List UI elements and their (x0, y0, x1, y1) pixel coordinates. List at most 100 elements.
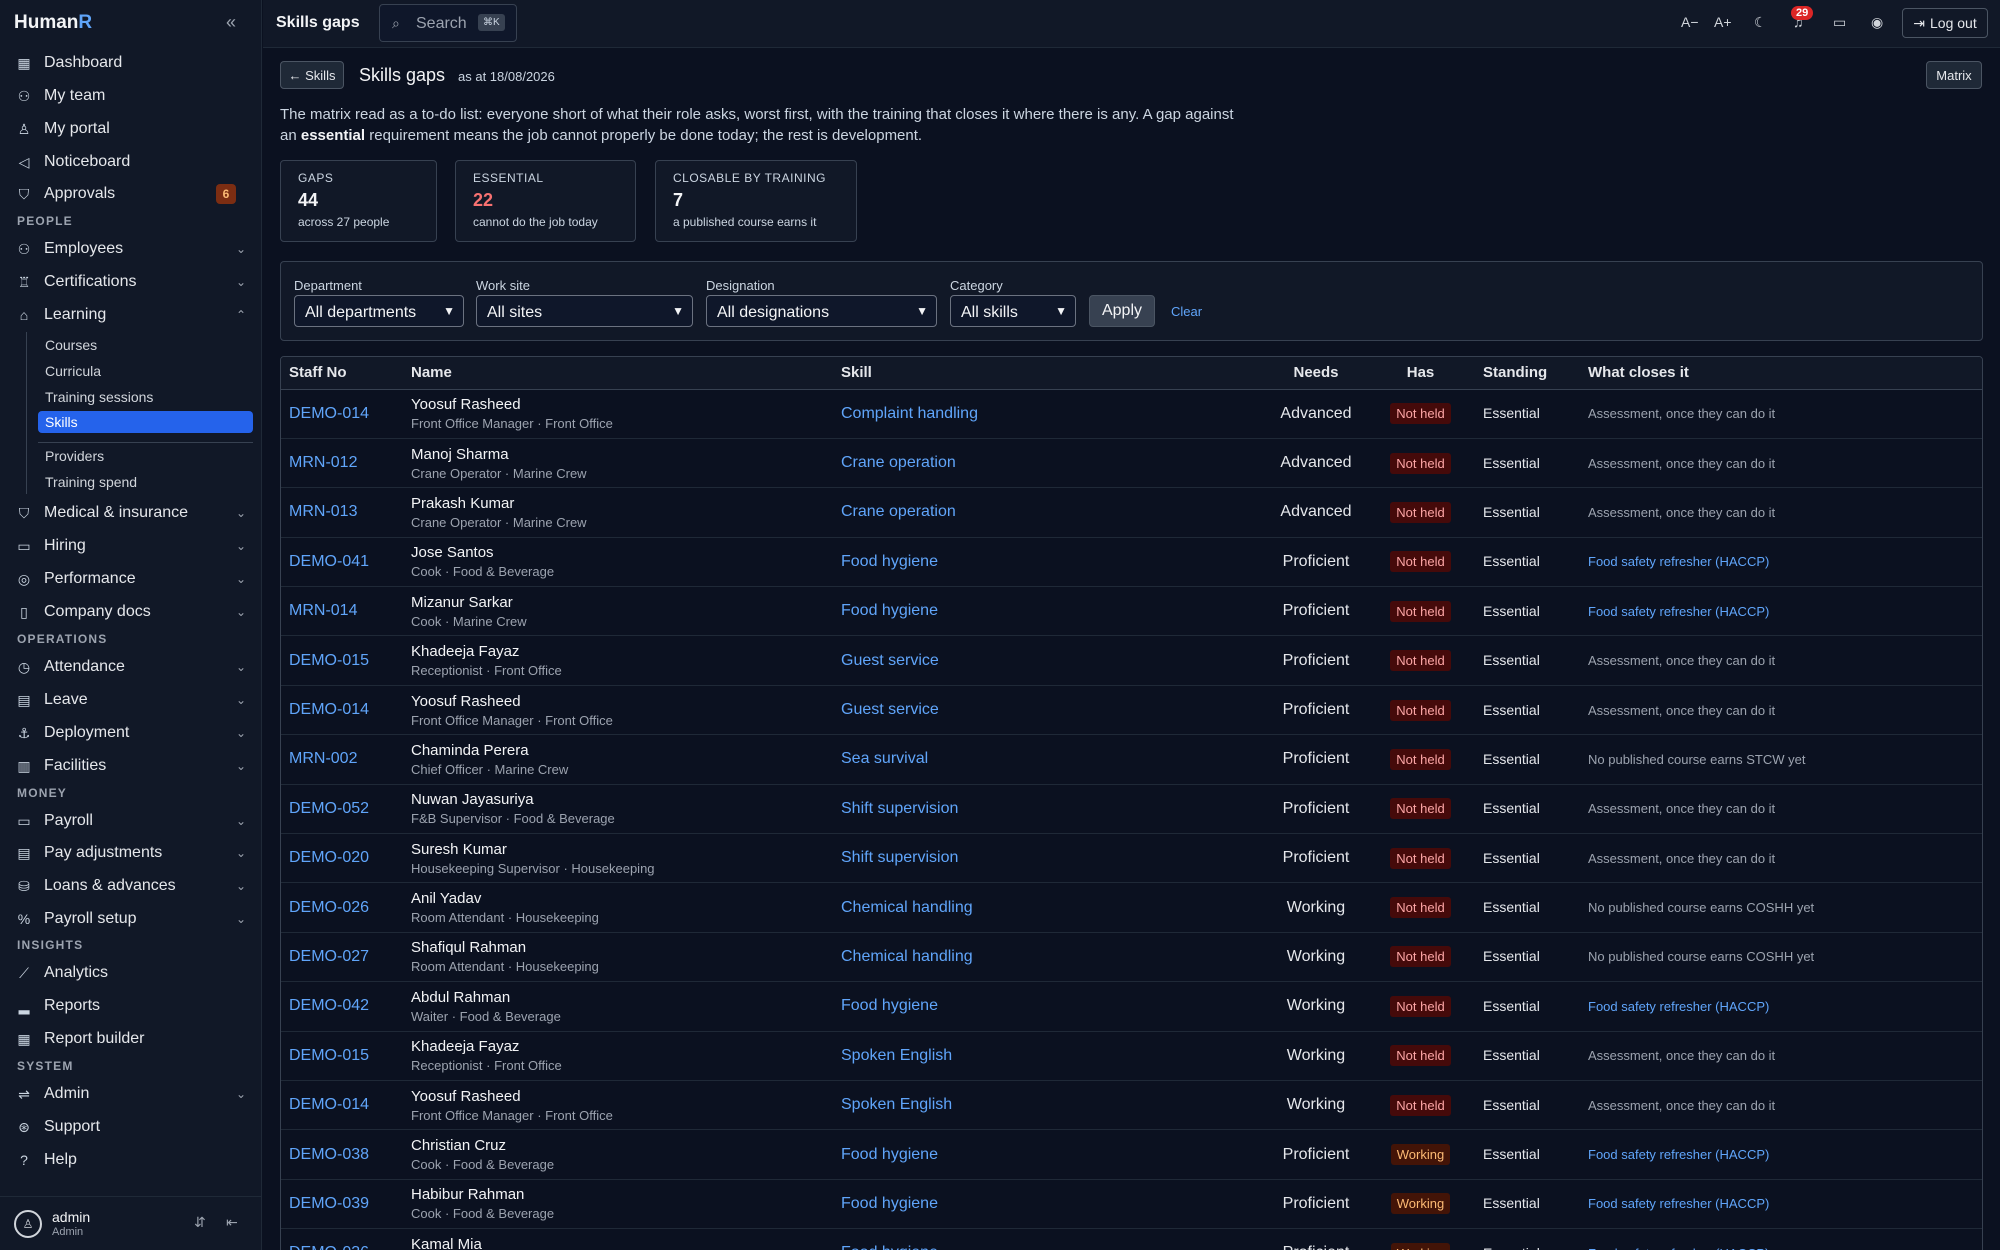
avatar[interactable]: ♙ (14, 1210, 42, 1238)
sidebar-subitem-training-spend[interactable]: Training spend (38, 471, 253, 493)
skill-link[interactable]: Spoken English (841, 1047, 952, 1064)
matrix-button[interactable]: Matrix (1926, 61, 1982, 89)
staff-no-link[interactable]: DEMO-036 (289, 1244, 369, 1250)
sidebar-item-deployment[interactable]: ⚓ Deployment ⌄ (14, 720, 250, 746)
staff-no-link[interactable]: DEMO-020 (289, 849, 369, 866)
skill-link[interactable]: Chemical handling (841, 899, 973, 916)
staff-no-link[interactable]: MRN-014 (289, 602, 357, 619)
work-site-select[interactable]: All sites ▼ (476, 295, 693, 327)
sidebar-item-analytics[interactable]: ⟋ Analytics (14, 960, 250, 986)
staff-no-link[interactable]: DEMO-027 (289, 948, 369, 965)
table-row[interactable]: DEMO-052 Nuwan Jayasuriya F&B Supervisor ·… (281, 784, 1982, 834)
staff-no-link[interactable]: MRN-013 (289, 503, 357, 520)
skill-link[interactable]: Guest service (841, 701, 939, 718)
course-link[interactable]: Food safety refresher (HACCP) (1588, 1246, 1769, 1250)
skill-link[interactable]: Food hygiene (841, 1146, 938, 1163)
skill-link[interactable]: Spoken English (841, 1096, 952, 1113)
search-input[interactable]: ⌕ Search ⌘K (379, 4, 517, 42)
account-icon[interactable]: ◉ (1871, 14, 1883, 31)
staff-no-link[interactable]: DEMO-026 (289, 899, 369, 916)
column-name[interactable]: Name (403, 357, 833, 390)
skill-link[interactable]: Crane operation (841, 503, 956, 520)
table-row[interactable]: MRN-002 Chaminda Perera Chief Officer · Ma… (281, 735, 1982, 785)
sidebar-item-company-docs[interactable]: ▯ Company docs ⌄ (14, 599, 250, 625)
chat-icon[interactable]: ▭ (1833, 14, 1846, 31)
sidebar-item-certifications[interactable]: ♖ Certifications ⌄ (14, 269, 250, 295)
font-smaller-button[interactable]: A− (1681, 14, 1699, 30)
sidebar-item-my-portal[interactable]: ♙ My portal (14, 116, 250, 142)
staff-no-link[interactable]: DEMO-014 (289, 1096, 369, 1113)
staff-no-link[interactable]: DEMO-015 (289, 1047, 369, 1064)
skill-link[interactable]: Shift supervision (841, 849, 958, 866)
column-standing[interactable]: Standing (1475, 357, 1580, 390)
table-row[interactable]: DEMO-039 Habibur Rahman Cook · Food & Beve… (281, 1179, 1982, 1229)
collapse-sidebar-icon[interactable]: « (226, 12, 236, 33)
table-row[interactable]: DEMO-036Kamal MiaCook · Food & BeverageF… (281, 1229, 1982, 1250)
column-skill[interactable]: Skill (833, 357, 1266, 390)
sidebar-item-dashboard[interactable]: ▦ Dashboard (14, 50, 250, 76)
staff-no-link[interactable]: DEMO-042 (289, 997, 369, 1014)
table-row[interactable]: MRN-014 Mizanur Sarkar Cook · Marine Crew F… (281, 587, 1982, 636)
apply-button[interactable]: Apply (1089, 295, 1155, 327)
column-needs[interactable]: Needs (1266, 357, 1366, 390)
sidebar-subitem-providers[interactable]: Providers (38, 445, 253, 467)
sidebar-item-leave[interactable]: ▤ Leave ⌄ (14, 687, 250, 713)
staff-no-link[interactable]: DEMO-015 (289, 652, 369, 669)
table-row[interactable]: MRN-013 Prakash Kumar Crane Operator · Mar… (281, 488, 1982, 538)
table-row[interactable]: DEMO-041 Jose Santos Cook · Food & Beverag… (281, 537, 1982, 587)
table-row[interactable]: DEMO-015 Khadeeja Fayaz Receptionist · Fro… (281, 636, 1982, 686)
sidebar-item-performance[interactable]: ◎ Performance ⌄ (14, 566, 250, 592)
skill-link[interactable]: Food hygiene (841, 1244, 938, 1250)
table-row[interactable]: DEMO-020 Suresh Kumar Housekeeping Supervi… (281, 834, 1982, 883)
table-row[interactable]: DEMO-027 Shafiqul Rahman Room Attendant · … (281, 932, 1982, 982)
sidebar-item-loans-advances[interactable]: ⛁ Loans & advances ⌄ (14, 873, 250, 899)
table-row[interactable]: DEMO-014 Yoosuf Rasheed Front Office Manag… (281, 389, 1982, 439)
course-link[interactable]: Food safety refresher (HACCP) (1588, 554, 1769, 569)
course-link[interactable]: Food safety refresher (HACCP) (1588, 1196, 1769, 1211)
course-link[interactable]: Food safety refresher (HACCP) (1588, 999, 1769, 1014)
skill-link[interactable]: Guest service (841, 652, 939, 669)
sidebar-subitem-curricula[interactable]: Curricula (38, 360, 253, 382)
sidebar-item-learning[interactable]: ⌂ Learning ⌃ (14, 302, 250, 328)
sidebar-item-attendance[interactable]: ◷ Attendance ⌄ (14, 654, 250, 680)
staff-no-link[interactable]: DEMO-038 (289, 1146, 369, 1163)
column-what-closes-it[interactable]: What closes it (1580, 357, 1982, 390)
staff-no-link[interactable]: DEMO-052 (289, 800, 369, 817)
course-link[interactable]: Food safety refresher (HACCP) (1588, 1147, 1769, 1162)
column-has[interactable]: Has (1366, 357, 1475, 390)
sidebar-item-support[interactable]: ⊛ Support (14, 1114, 250, 1140)
skill-link[interactable]: Sea survival (841, 750, 928, 767)
sidebar-item-pay-adjustments[interactable]: ▤ Pay adjustments ⌄ (14, 840, 250, 866)
table-row[interactable]: DEMO-026 Anil Yadav Room Attendant · House… (281, 883, 1982, 933)
sidebar-item-facilities[interactable]: ▥ Facilities ⌄ (14, 753, 250, 779)
sidebar-item-noticeboard[interactable]: ◁ Noticeboard (14, 149, 250, 175)
staff-no-link[interactable]: DEMO-014 (289, 701, 369, 718)
staff-no-link[interactable]: DEMO-041 (289, 553, 369, 570)
sidebar-item-payroll-setup[interactable]: % Payroll setup ⌄ (14, 906, 250, 932)
clear-link[interactable]: Clear (1171, 304, 1202, 319)
skill-link[interactable]: Food hygiene (841, 553, 938, 570)
department-select[interactable]: All departments ▼ (294, 295, 464, 327)
sidebar-subitem-skills[interactable]: Skills (38, 411, 253, 433)
sidebar-item-my-team[interactable]: ⚇ My team (14, 83, 250, 109)
sidebar-item-admin[interactable]: ⇌ Admin ⌄ (14, 1081, 250, 1107)
sidebar-item-report-builder[interactable]: ▦ Report builder (14, 1026, 250, 1052)
designation-select[interactable]: All designations ▼ (706, 295, 937, 327)
staff-no-link[interactable]: DEMO-014 (289, 405, 369, 422)
staff-no-link[interactable]: MRN-012 (289, 454, 357, 471)
sidebar-item-help[interactable]: ? Help (14, 1147, 250, 1173)
font-larger-button[interactable]: A+ (1714, 14, 1732, 30)
skill-link[interactable]: Crane operation (841, 454, 956, 471)
sidebar-item-reports[interactable]: ▂ Reports (14, 993, 250, 1019)
sidebar-subitem-training-sessions[interactable]: Training sessions (38, 386, 253, 408)
sidebar-subitem-courses[interactable]: Courses (38, 334, 253, 356)
back-to-skills-button[interactable]: ← Skills (280, 61, 344, 89)
logout-button[interactable]: ⇥ Log out (1902, 8, 1988, 38)
moon-icon[interactable]: ☾ (1754, 14, 1767, 31)
skill-link[interactable]: Food hygiene (841, 602, 938, 619)
table-row[interactable]: MRN-012 Manoj Sharma Crane Operator · Mari… (281, 438, 1982, 488)
skill-link[interactable]: Shift supervision (841, 800, 958, 817)
sidebar-item-hiring[interactable]: ▭ Hiring ⌄ (14, 533, 250, 559)
course-link[interactable]: Food safety refresher (HACCP) (1588, 604, 1769, 619)
table-row[interactable]: DEMO-038 Christian Cruz Cook · Food & Beve… (281, 1130, 1982, 1180)
